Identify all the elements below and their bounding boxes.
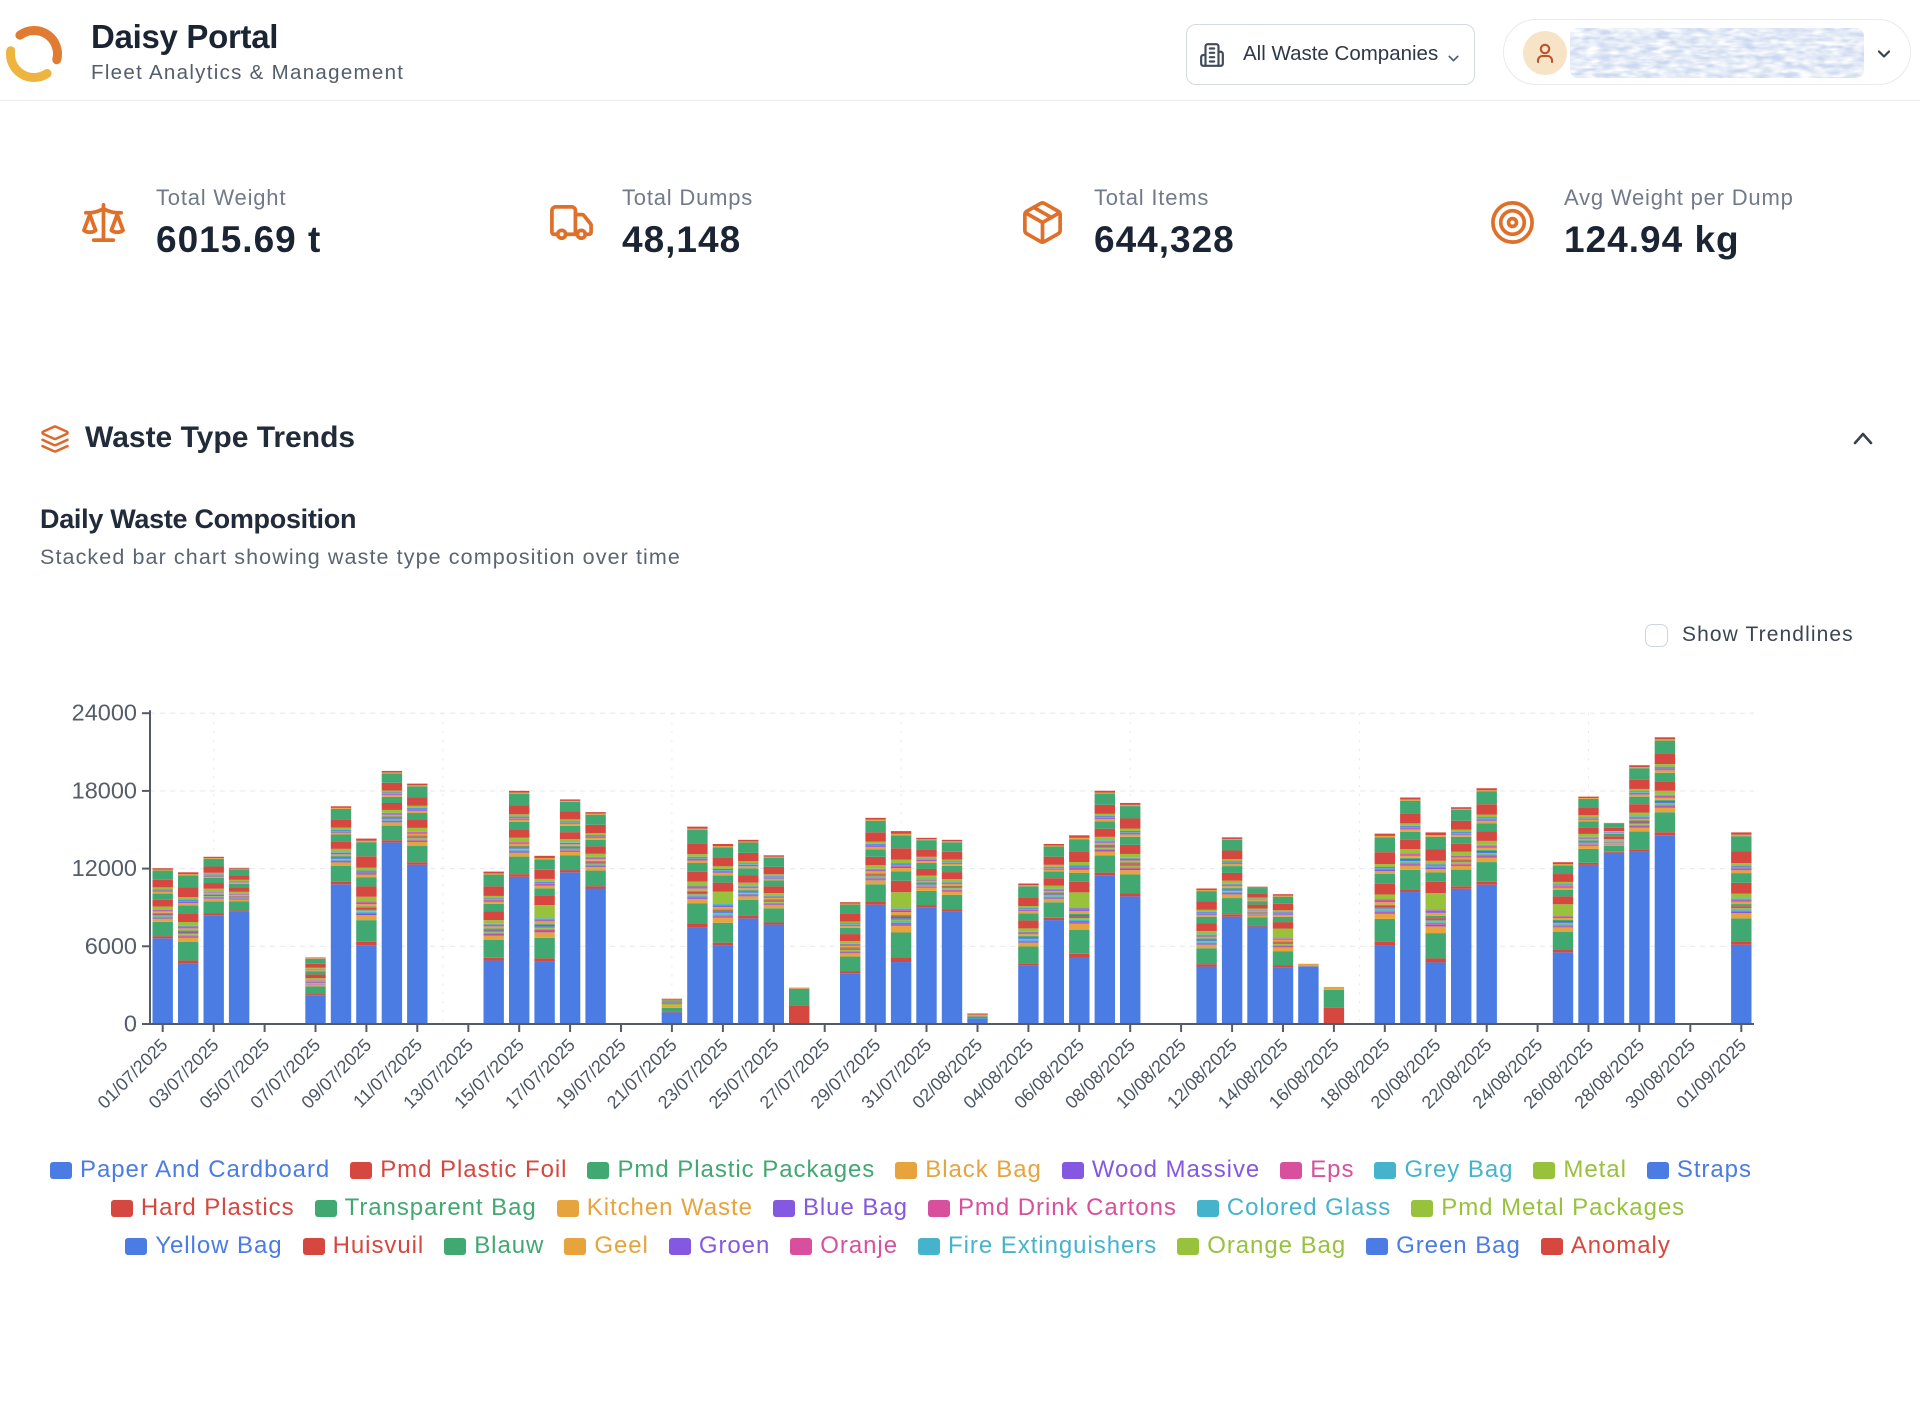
svg-text:24000: 24000 (72, 700, 137, 726)
svg-text:12000: 12000 (72, 855, 137, 881)
svg-text:18000: 18000 (72, 777, 137, 803)
svg-text:0: 0 (124, 1011, 137, 1037)
svg-text:6000: 6000 (85, 933, 137, 959)
